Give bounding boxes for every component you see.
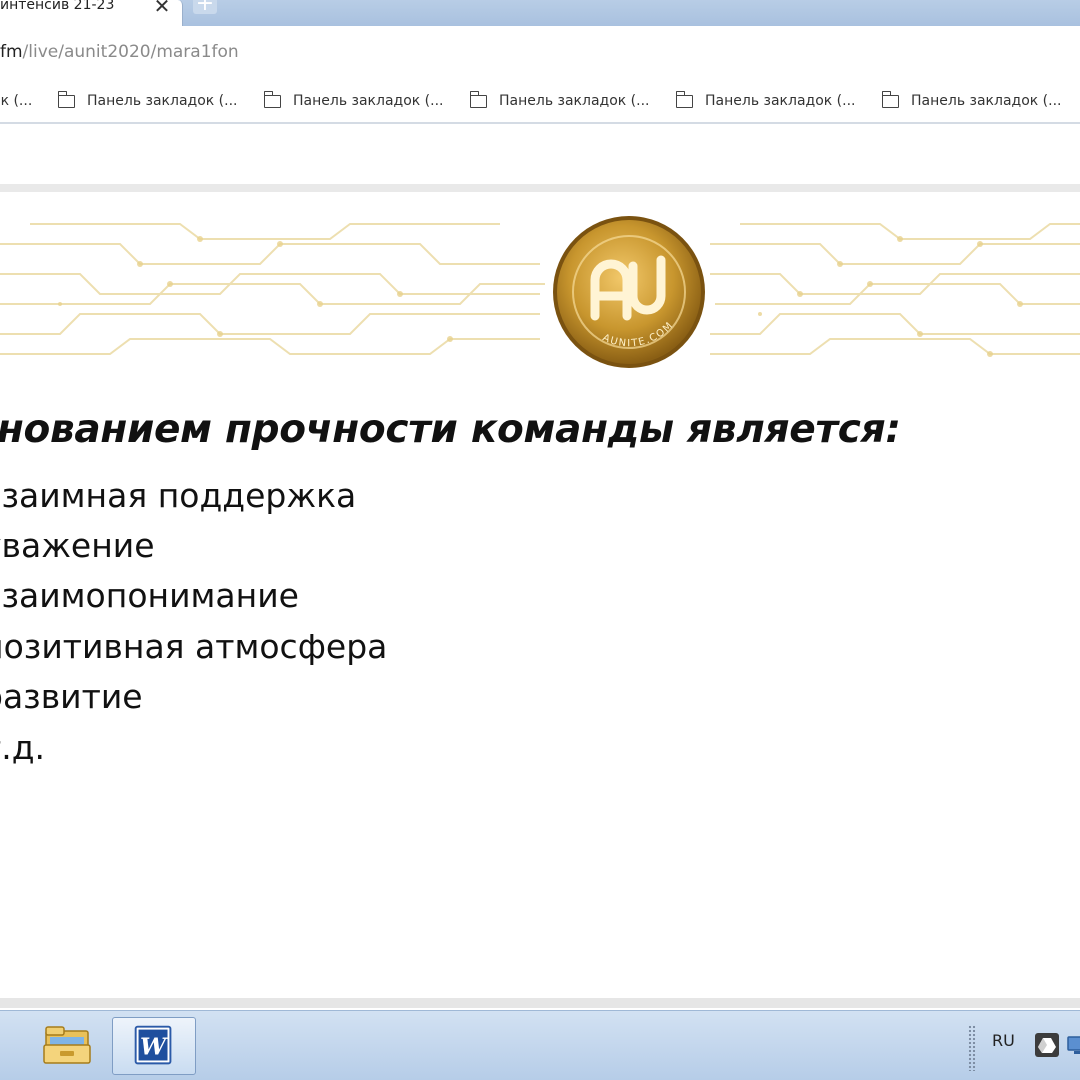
bookmark-item[interactable]: Панель закладок (... <box>263 90 444 111</box>
slide-bottom-border <box>0 998 1080 1008</box>
address-bar[interactable]: fm/live/aunit2020/mara1fon <box>0 26 1080 82</box>
taskbar-word-button[interactable]: W <box>112 1017 196 1075</box>
bookmark-label: Панель закладок (... <box>911 93 1062 109</box>
aunite-coin-logo: AUNITE.COM <box>553 216 705 368</box>
folder-icon <box>881 90 899 108</box>
folder-icon <box>263 90 281 108</box>
url-text[interactable]: fm/live/aunit2020/mara1fon <box>0 42 239 62</box>
language-indicator[interactable]: RU <box>992 1031 1015 1050</box>
list-item: взаимная поддержка <box>0 476 357 515</box>
new-tab-button[interactable]: + <box>193 0 217 15</box>
bookmarks-bar: ок (... Панель закладок (... Панель закл… <box>0 82 1080 124</box>
circuit-pattern-banner <box>0 223 1080 357</box>
url-host: fm <box>0 42 23 62</box>
bookmark-label: Панель закладок (... <box>705 93 856 109</box>
list-item: взаимопонимание <box>0 576 299 615</box>
tab-close-icon[interactable]: ✕ <box>152 0 172 16</box>
url-path: /live/aunit2020/mara1fon <box>22 42 239 62</box>
list-item: уважение <box>0 526 155 565</box>
tab-title: интенсив 21-23 <box>0 0 115 13</box>
tray-grip[interactable] <box>968 1025 976 1071</box>
bookmark-item[interactable]: Панель закладок (... <box>57 90 238 111</box>
page-content: AUNITE.COM снованием прочности команды я… <box>0 124 1080 1010</box>
windows-taskbar: W RU <box>0 1010 1080 1080</box>
list-item: позитивная атмосфера <box>0 627 388 666</box>
word-icon: W <box>134 1025 172 1065</box>
folder-icon <box>469 90 487 108</box>
list-item: т.д. <box>0 728 46 767</box>
bookmark-label: ок (... <box>0 93 33 109</box>
browser-tab-active[interactable]: интенсив 21-23 ✕ <box>0 0 183 26</box>
bookmark-label: Панель закладок (... <box>87 93 238 109</box>
bookmark-item[interactable]: Панель закладок (... <box>469 90 650 111</box>
word-icon-glyph: W <box>140 1034 168 1061</box>
folder-icon <box>57 90 75 108</box>
folder-icon <box>675 90 693 108</box>
slide-top-border <box>0 184 1080 192</box>
bookmark-label: Панель закладок (... <box>499 93 650 109</box>
folder-explorer-icon <box>43 1026 91 1064</box>
bookmark-item[interactable]: Панель закладок (... <box>675 90 856 111</box>
network-icon[interactable] <box>1066 1033 1080 1057</box>
bookmark-item[interactable]: Панель закладок (... <box>881 90 1062 111</box>
browser-tab-strip: интенсив 21-23 ✕ + <box>0 0 1080 26</box>
bookmark-label: Панель закладок (... <box>293 93 444 109</box>
bookmark-item[interactable]: ок (... <box>0 91 32 111</box>
slide-heading: снованием прочности команды является: <box>0 407 901 452</box>
google-drive-icon[interactable] <box>1035 1033 1059 1057</box>
list-item: развитие <box>0 677 143 716</box>
taskbar-explorer-button[interactable] <box>30 1017 102 1075</box>
